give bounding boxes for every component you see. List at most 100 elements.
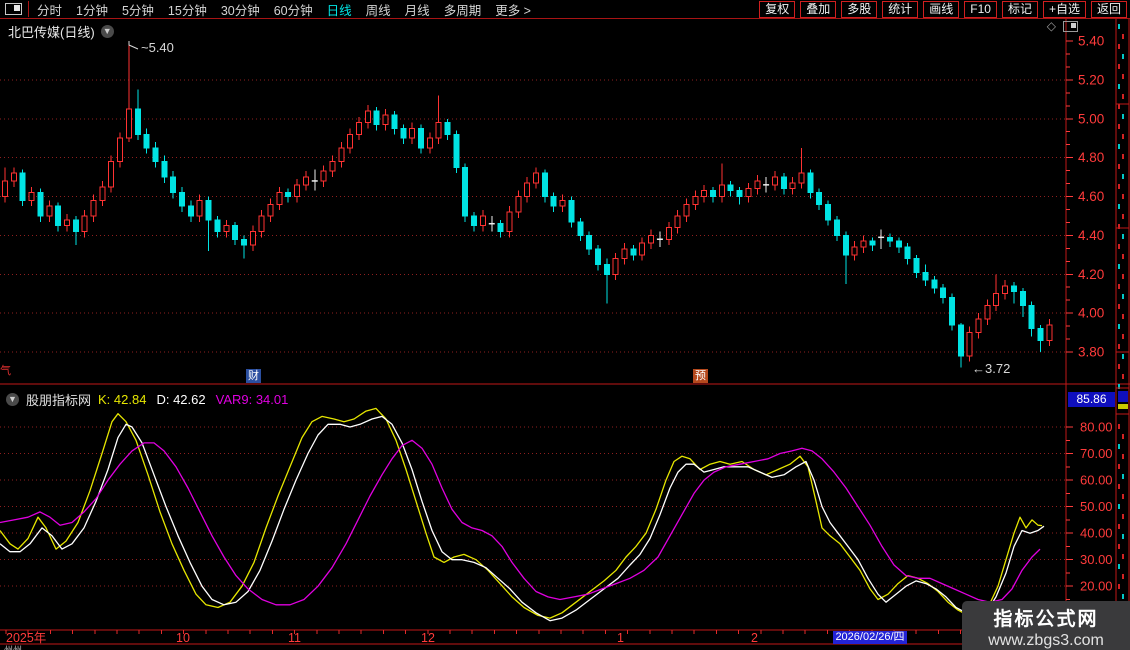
- diamond-icon[interactable]: ◇: [1047, 20, 1056, 32]
- high-annotation: ~5.40: [141, 40, 174, 55]
- candle-body: [746, 189, 751, 197]
- candle-body: [472, 216, 477, 226]
- candle-body: [144, 134, 149, 148]
- candle-body: [896, 241, 901, 247]
- candle-body: [631, 249, 636, 255]
- price-axis-label: 4.00: [1078, 306, 1104, 321]
- candle-body: [569, 200, 574, 221]
- toolbar-button-统计[interactable]: 统计: [882, 1, 918, 18]
- indicator-axis-label: 70.00: [1080, 446, 1113, 461]
- candle-body: [180, 193, 185, 207]
- toolbar-button-叠加[interactable]: 叠加: [800, 1, 836, 18]
- candle-body: [171, 177, 176, 193]
- candle-body: [295, 185, 300, 197]
- candle-body: [799, 173, 804, 183]
- chevron-down-icon[interactable]: ▼: [6, 393, 19, 406]
- window-icon-small[interactable]: [1063, 21, 1078, 32]
- candle-body: [888, 237, 893, 241]
- indicator-axis-label: 20.00: [1080, 579, 1113, 594]
- candle-body: [967, 333, 972, 356]
- period-tab-多周期[interactable]: 多周期: [444, 0, 482, 19]
- candle-body: [905, 247, 910, 259]
- indicator-axis-label: 60.00: [1080, 473, 1113, 488]
- period-tab-月线[interactable]: 月线: [405, 0, 430, 19]
- candle-body: [781, 177, 786, 189]
- candle-body: [383, 115, 388, 125]
- chart-corner-icons: ◇: [1047, 20, 1078, 32]
- toolbar-button-+自选[interactable]: +自选: [1043, 1, 1086, 18]
- date-label-10: 10: [176, 632, 190, 644]
- candle-body: [162, 162, 167, 178]
- candle-body: [711, 191, 716, 197]
- candle-body: [82, 216, 87, 232]
- event-marker-icon[interactable]: 气: [0, 366, 11, 377]
- chevron-down-icon[interactable]: ▼: [101, 25, 114, 38]
- period-tab-5分钟[interactable]: 5分钟: [122, 0, 154, 19]
- window-icon[interactable]: [5, 3, 22, 15]
- period-tab-60分钟[interactable]: 60分钟: [274, 0, 313, 19]
- toolbar-button-多股[interactable]: 多股: [841, 1, 877, 18]
- toolbar-button-标记[interactable]: 标记: [1002, 1, 1038, 18]
- news-badge-预[interactable]: 预: [693, 369, 708, 383]
- candle-body: [401, 128, 406, 138]
- candle-body: [206, 200, 211, 219]
- candle-body: [224, 226, 229, 232]
- indicator-current-value: 85.86: [1068, 392, 1115, 407]
- candle-body: [1003, 286, 1008, 294]
- toolbar-button-画线[interactable]: 画线: [923, 1, 959, 18]
- date-label-2: 2: [751, 632, 758, 644]
- period-tab-30分钟[interactable]: 30分钟: [221, 0, 260, 19]
- candle-body: [100, 187, 105, 201]
- candle-body: [914, 259, 919, 273]
- period-tab-15分钟[interactable]: 15分钟: [168, 0, 207, 19]
- period-tab-周线[interactable]: 周线: [366, 0, 391, 19]
- candle-body: [259, 216, 264, 232]
- indicator-value-VAR9: VAR9: 34.01: [216, 392, 289, 407]
- candle-body: [357, 123, 362, 135]
- indicator-value-D: D: 42.62: [156, 392, 205, 407]
- indicator-axis-label: 50.00: [1080, 499, 1113, 514]
- candle-body: [321, 171, 326, 181]
- date-label-1: 1: [617, 632, 624, 644]
- symbol-title: 北巴传媒(日线): [8, 22, 95, 41]
- price-axis-label: 4.60: [1078, 189, 1104, 204]
- chart-canvas[interactable]: 5.405.205.004.804.604.404.204.003.80~5.4…: [0, 0, 1130, 650]
- period-tab-日线[interactable]: 日线: [327, 0, 352, 19]
- toolbar-button-复权[interactable]: 复权: [759, 1, 795, 18]
- candle-body: [277, 193, 282, 205]
- candle-body: [640, 243, 645, 255]
- cursor-date-box: 2026/02/26/四: [833, 631, 907, 644]
- toolbar-button-返回[interactable]: 返回: [1091, 1, 1127, 18]
- candle-body: [20, 173, 25, 200]
- candle-body: [91, 200, 96, 216]
- period-tab-1分钟[interactable]: 1分钟: [76, 0, 108, 19]
- candle-body: [693, 197, 698, 205]
- indicator-value-K: K: 42.84: [98, 392, 146, 407]
- candlestick-layer[interactable]: [3, 41, 1052, 368]
- candle-body: [135, 109, 140, 134]
- minimap-indicator-mark: [1118, 404, 1128, 409]
- price-axis-label: 4.40: [1078, 228, 1104, 243]
- candle-body: [826, 204, 831, 220]
- candle-body: [286, 193, 291, 197]
- candle-body: [330, 162, 335, 172]
- minimap-strip[interactable]: [1119, 24, 1123, 599]
- candle-body: [233, 226, 238, 240]
- candle-body: [595, 249, 600, 265]
- period-tab-更多 >[interactable]: 更多 >: [495, 0, 531, 19]
- candle-body: [852, 247, 857, 255]
- candle-body: [542, 173, 547, 196]
- candle-body: [958, 325, 963, 356]
- toolbar-button-F10[interactable]: F10: [964, 1, 997, 18]
- indicator-line-D: [0, 416, 1044, 620]
- date-label-11: 11: [288, 632, 301, 644]
- candle-body: [516, 197, 521, 213]
- indicator-name: 股朋指标网: [26, 390, 91, 409]
- period-tab-分时[interactable]: 分时: [37, 0, 62, 19]
- candle-body: [994, 294, 999, 306]
- candle-body: [932, 280, 937, 288]
- candle-body: [737, 191, 742, 197]
- candle-body: [534, 173, 539, 183]
- minimap-highlight: [1118, 391, 1128, 402]
- news-badge-财[interactable]: 财: [246, 369, 261, 383]
